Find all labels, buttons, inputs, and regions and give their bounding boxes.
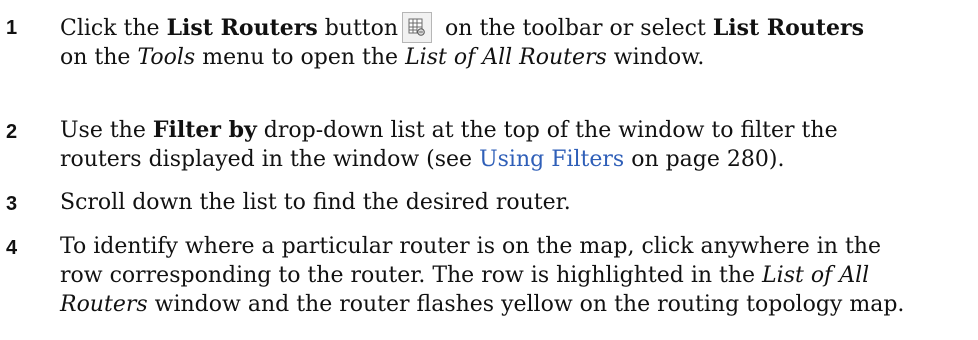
step-number: 3: [6, 193, 18, 215]
text-run: on page 280).: [624, 147, 785, 172]
step-line: Scroll down the list to find the desired…: [60, 190, 571, 215]
italic-term: List of All: [762, 263, 870, 288]
bold-term: List Routers: [166, 15, 318, 41]
step-text: Use the Filter by drop-down list at the …: [60, 116, 978, 174]
text-run: on the toolbar or select: [438, 16, 713, 41]
text-run: window and the router flashes yellow on …: [147, 292, 905, 317]
bold-term: List Routers: [712, 15, 864, 41]
italic-term: List of All Routers: [405, 45, 607, 70]
text-run: Use the: [60, 118, 153, 143]
bold-term: Filter by: [152, 117, 257, 143]
step-number: 1: [6, 17, 18, 39]
text-run: routers displayed in the window (see: [60, 147, 480, 172]
step-line: Routers window and the router flashes ye…: [60, 290, 978, 319]
text-run: button: [317, 16, 399, 41]
step-text: Scroll down the list to find the desired…: [60, 188, 978, 217]
step-line: Click the List Routers button on the too…: [60, 12, 978, 43]
step-text: To identify where a particular router is…: [60, 232, 978, 319]
text-run: drop-down list at the top of the window …: [256, 118, 838, 143]
step-text: Click the List Routers button on the too…: [60, 12, 978, 72]
step-line: To identify where a particular router is…: [60, 234, 881, 259]
step-line: routers displayed in the window (see Usi…: [60, 145, 978, 174]
step-line: on the Tools menu to open the List of Al…: [60, 43, 978, 72]
text-run: Click the: [60, 16, 167, 41]
step-number: 4: [6, 237, 18, 259]
text-run: on the: [60, 45, 138, 70]
text-run: menu to open the: [195, 45, 406, 70]
italic-term: Routers: [60, 292, 148, 317]
italic-term: Tools: [137, 45, 196, 70]
using-filters-link[interactable]: Using Filters: [479, 147, 624, 172]
list-routers-icon: [402, 12, 433, 43]
text-run: row corresponding to the router. The row…: [60, 263, 763, 288]
step-number: 2: [6, 121, 18, 143]
text-run: window.: [606, 45, 705, 70]
step-line: row corresponding to the router. The row…: [60, 261, 978, 290]
step-line: Use the Filter by drop-down list at the …: [60, 116, 978, 145]
